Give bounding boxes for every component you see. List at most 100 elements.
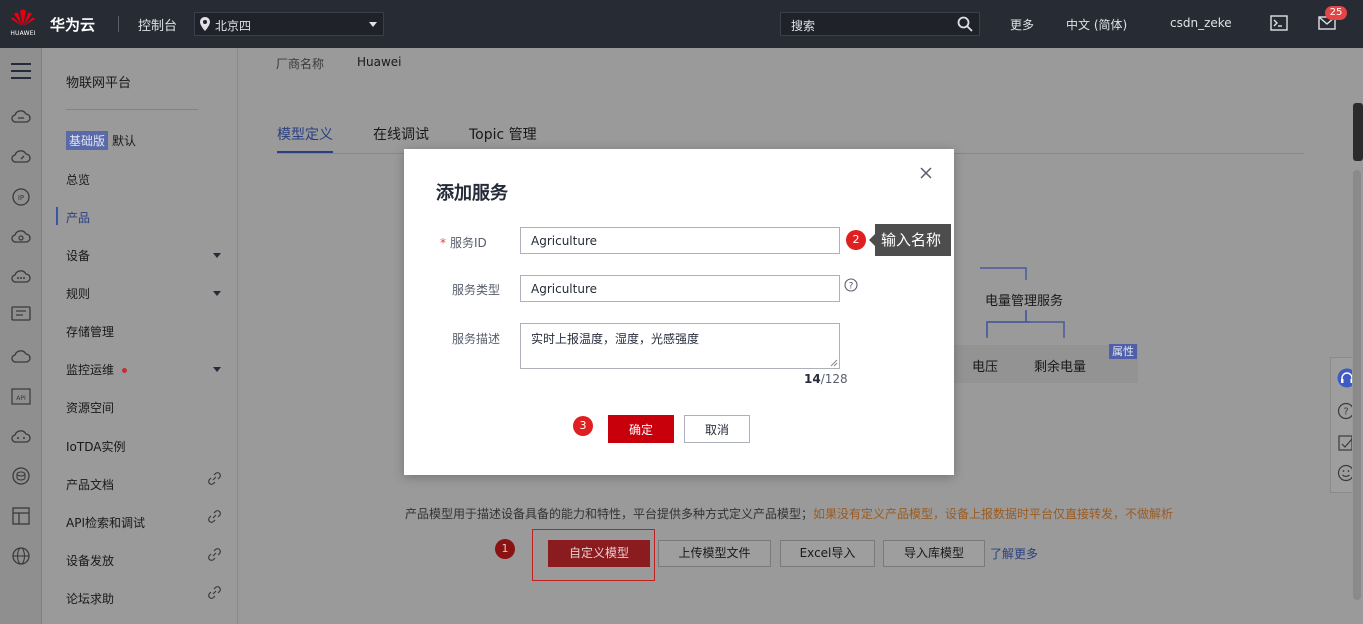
region-select[interactable]: 北京四 — [194, 12, 384, 36]
console-link[interactable]: 控制台 — [138, 15, 177, 34]
region-value: 北京四 — [215, 19, 252, 33]
tab-online-debug[interactable]: 在线调试 — [373, 124, 429, 144]
vendor-label: 厂商名称 — [276, 57, 325, 71]
edition-default: 默认 — [112, 134, 137, 148]
sidebar-item-rules[interactable]: 规则 — [66, 285, 90, 302]
sidebar-item-api-explorer[interactable]: API检索和调试 — [66, 514, 145, 531]
menu-icon[interactable] — [11, 62, 31, 80]
cloud-server-icon[interactable] — [11, 108, 31, 124]
cloud-icon[interactable] — [11, 348, 31, 364]
char-max: /128 — [820, 372, 848, 386]
service-desc-textarea[interactable]: 实时上报温度，湿度，光感强度 — [520, 323, 840, 369]
property-tag: 属性 — [1109, 344, 1137, 359]
excel-import-button[interactable]: Excel导入 — [780, 540, 875, 567]
sidebar-item-products[interactable]: 产品 — [66, 209, 90, 226]
char-count: 14 — [804, 372, 821, 386]
svg-text:IP: IP — [18, 194, 24, 202]
api-icon[interactable]: API — [11, 388, 31, 406]
ip-icon[interactable]: IP — [11, 187, 31, 207]
sidebar-item-product-docs[interactable]: 产品文档 — [66, 476, 114, 493]
side-widget[interactable] — [1353, 103, 1363, 161]
service-type-label: 服务类型 — [452, 283, 501, 297]
icon-rail: IP API — [0, 48, 42, 624]
message-board-icon[interactable] — [11, 306, 31, 324]
tree-branch — [986, 310, 1065, 338]
huawei-logo[interactable]: HUAWEI — [8, 8, 38, 42]
chevron-down-icon — [369, 22, 377, 27]
product-info-card: 厂商名称 Huawei — [257, 48, 1324, 97]
scrollbar-thumb[interactable] — [1353, 170, 1361, 600]
terminal-icon[interactable] — [1270, 15, 1288, 31]
tree-leaf-battery: 剩余电量 — [1034, 360, 1087, 375]
service-type-input[interactable] — [520, 275, 840, 302]
more-menu[interactable]: 更多 — [1010, 16, 1034, 33]
resize-grip-icon[interactable] — [830, 359, 838, 367]
sidebar-item-device-provisioning[interactable]: 设备发放 — [66, 552, 114, 569]
sidebar-item-overview[interactable]: 总览 — [66, 171, 90, 188]
sidebar-item-label: 监控运维 — [66, 363, 115, 377]
active-tab-underline — [277, 151, 333, 153]
dialog-title: 添加服务 — [436, 183, 508, 204]
edition-tag: 基础版 — [66, 131, 109, 150]
chevron-down-icon[interactable] — [213, 367, 221, 372]
external-link-icon — [208, 548, 221, 561]
language-select[interactable]: 中文 (简体) — [1066, 16, 1127, 33]
chevron-down-icon[interactable] — [213, 253, 221, 258]
step-marker-2: 2 — [846, 230, 866, 250]
chevron-down-icon[interactable] — [213, 291, 221, 296]
external-link-icon — [208, 586, 221, 599]
brand-name[interactable]: 华为云 — [50, 14, 95, 35]
active-indicator — [56, 207, 58, 225]
tree-service-name: 电量管理服务 — [985, 294, 1064, 309]
learn-more-link[interactable]: 了解更多 — [990, 545, 1038, 562]
cloud-more-icon[interactable] — [11, 268, 31, 284]
service-id-input[interactable] — [520, 227, 840, 254]
user-menu[interactable]: csdn_zeke — [1170, 16, 1232, 30]
search-placeholder: 搜索 — [791, 19, 816, 33]
globe-icon[interactable] — [11, 546, 31, 566]
sidebar-item-devices[interactable]: 设备 — [66, 247, 90, 264]
sidebar-item-resource-space[interactable]: 资源空间 — [66, 399, 114, 416]
external-link-icon — [208, 472, 221, 485]
huawei-flower-icon — [11, 9, 35, 26]
description-text: 产品模型用于描述设备具备的能力和特性，平台提供多种方式定义产品模型； — [405, 507, 814, 521]
step-marker-3: 3 — [573, 416, 593, 436]
custom-model-button[interactable]: 自定义模型 — [548, 540, 650, 567]
divider — [66, 109, 198, 110]
tab-topic-management[interactable]: Topic 管理 — [469, 124, 537, 144]
cloud-sync-icon[interactable] — [11, 228, 31, 244]
external-link-icon — [208, 510, 221, 523]
tab-model-definition[interactable]: 模型定义 — [277, 124, 333, 144]
import-library-button[interactable]: 导入库模型 — [883, 540, 985, 567]
logo-text: HUAWEI — [10, 30, 36, 37]
sidebar-item-monitoring[interactable]: 监控运维 — [66, 361, 128, 378]
cloud-speed-icon[interactable] — [11, 148, 31, 164]
sidebar-item-iotda-instance[interactable]: IoTDA实例 — [66, 438, 125, 455]
sidebar-item-storage[interactable]: 存储管理 — [66, 323, 114, 340]
divider — [118, 16, 119, 32]
top-bar: HUAWEI 华为云 控制台 北京四 搜索 更多 中文 (简体) csdn_ze… — [0, 0, 1363, 48]
char-counter: 14/128 — [804, 372, 848, 386]
svg-text:?: ? — [849, 282, 854, 292]
svg-text:?: ? — [1343, 407, 1348, 418]
warning-text: 如果没有定义产品模型，设备上报数据时平台仅直接转发，不做解析 — [813, 507, 1174, 521]
service-id-label: * 服务ID — [440, 234, 487, 251]
help-icon[interactable]: ? — [844, 278, 858, 292]
layout-icon[interactable] — [11, 506, 31, 526]
close-icon[interactable] — [920, 167, 932, 179]
search-box[interactable]: 搜索 — [780, 12, 980, 36]
cancel-button[interactable]: 取消 — [684, 415, 750, 443]
model-description: 产品模型用于描述设备具备的能力和特性，平台提供多种方式定义产品模型；如果没有定义… — [405, 505, 1173, 522]
search-icon[interactable] — [957, 16, 973, 32]
svg-text:API: API — [16, 395, 26, 402]
confirm-button[interactable]: 确定 — [608, 415, 674, 443]
sidebar-item-forum[interactable]: 论坛求助 — [66, 590, 114, 607]
location-pin-icon — [200, 17, 210, 31]
notification-badge: 25 — [1325, 6, 1347, 20]
step-marker-1: 1 — [495, 539, 515, 559]
edition-selector[interactable]: 基础版 默认 — [66, 131, 136, 150]
cloud-dots-icon[interactable] — [11, 428, 31, 444]
upload-model-button[interactable]: 上传模型文件 — [658, 540, 771, 567]
vendor-value: Huawei — [357, 55, 402, 69]
database-icon[interactable] — [11, 466, 31, 486]
